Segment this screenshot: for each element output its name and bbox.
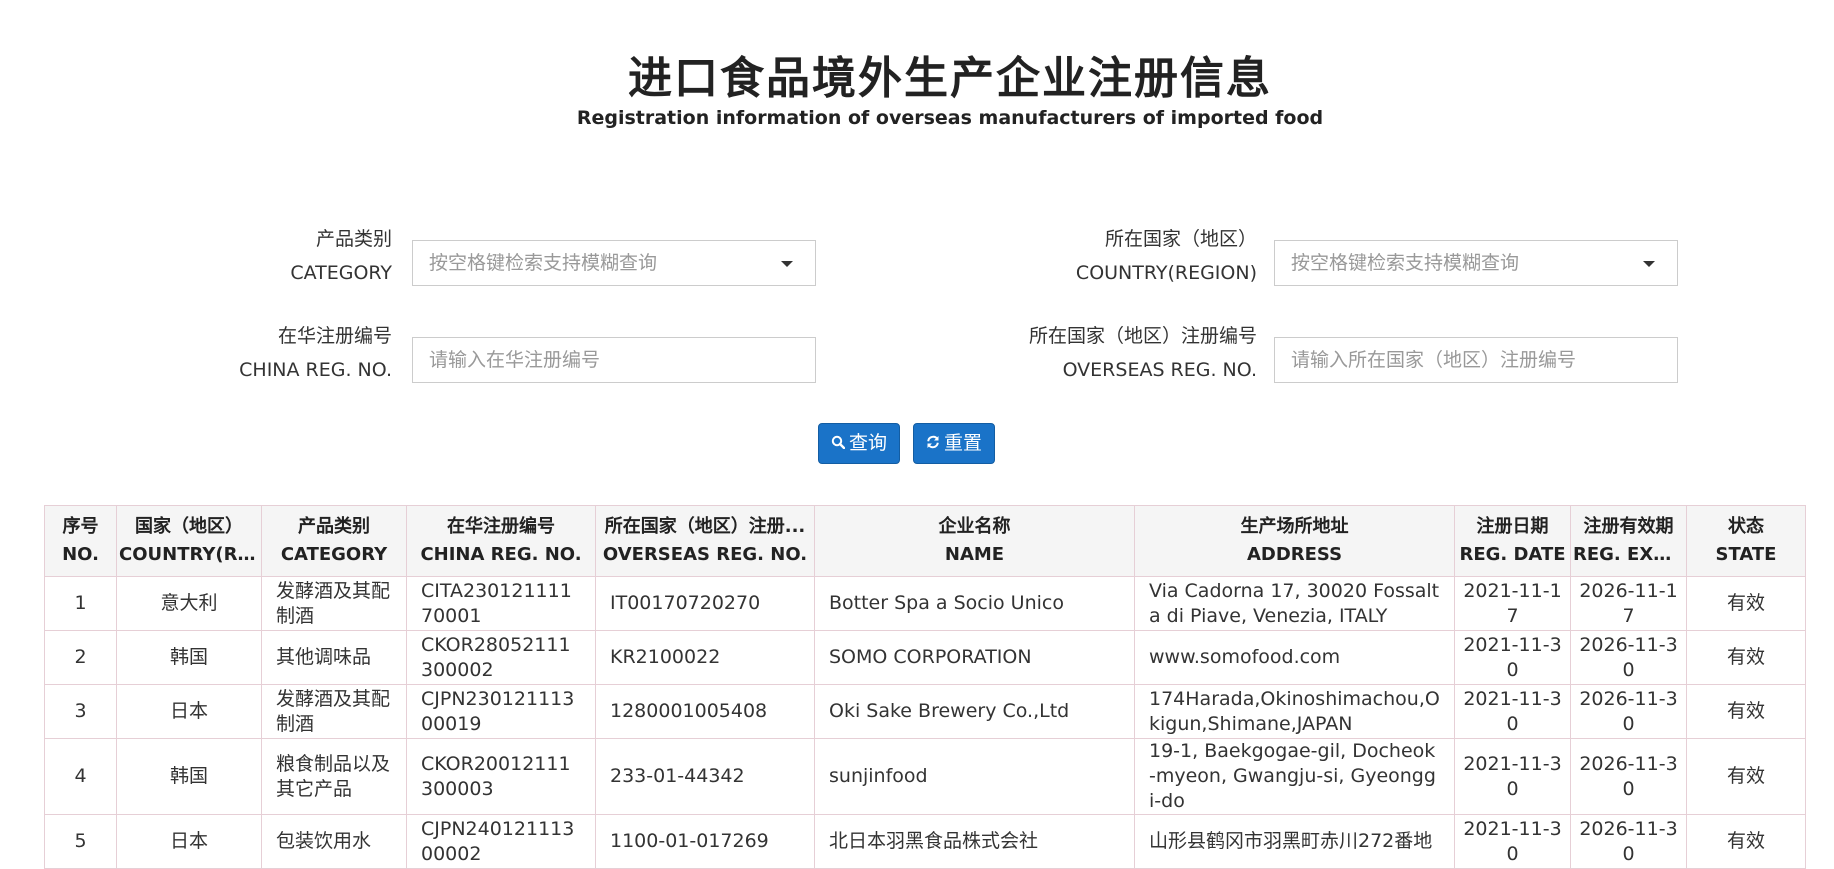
cell-state: 有效 xyxy=(1686,576,1806,631)
cell-state: 有效 xyxy=(1686,814,1806,869)
country-label-zh: 所在国家（地区） xyxy=(1104,228,1257,250)
column-header[interactable]: 所在国家（地区）注册... OVERSEAS REG. NO. xyxy=(595,505,815,577)
cell-address: www.somofood.com xyxy=(1134,630,1455,685)
cell-name: SOMO CORPORATION xyxy=(814,630,1135,685)
overseas-reg-label: 所在国家（地区）注册编号 OVERSEAS REG. NO. xyxy=(957,319,1257,387)
cell-reg-date: 2021-11-17 xyxy=(1454,576,1571,631)
cell-name: Oki Sake Brewery Co.,Ltd xyxy=(814,684,1135,739)
category-select[interactable]: 按空格键检索支持模糊查询 xyxy=(412,240,816,286)
overseas-reg-label-zh: 所在国家（地区）注册编号 xyxy=(1028,325,1257,347)
cell-category: 粮食制品以及其它产品 xyxy=(261,738,407,815)
cell-no: 3 xyxy=(44,684,117,739)
cell-address: 19-1, Baekgogae-gil, Docheok-myeon, Gwan… xyxy=(1134,738,1455,815)
china-reg-label-en: CHINA REG. NO. xyxy=(239,359,392,381)
column-header[interactable]: 生产场所地址 ADDRESS xyxy=(1134,505,1455,577)
reset-button-label: 重置 xyxy=(944,432,983,454)
refresh-icon xyxy=(926,424,940,463)
cell-country: 韩国 xyxy=(116,738,262,815)
table-row[interactable]: 2 韩国 其他调味品 CKOR28052111300002 KR2100022 … xyxy=(44,630,1806,685)
cell-overseas-reg: IT00170720270 xyxy=(595,576,815,631)
category-label-zh: 产品类别 xyxy=(315,228,392,250)
cell-state: 有效 xyxy=(1686,738,1806,815)
cell-category: 发酵酒及其配制酒 xyxy=(261,576,407,631)
category-label-en: CATEGORY xyxy=(290,262,392,284)
country-label: 所在国家（地区） COUNTRY(REGION) xyxy=(957,222,1257,290)
cell-country: 意大利 xyxy=(116,576,262,631)
category-label: 产品类别 CATEGORY xyxy=(92,222,392,290)
reset-button[interactable]: 重置 xyxy=(913,423,996,464)
cell-china-reg: CKOR28052111300002 xyxy=(406,630,596,685)
cell-category: 发酵酒及其配制酒 xyxy=(261,684,407,739)
column-header[interactable]: 序号 NO. xyxy=(44,505,117,577)
cell-overseas-reg: 1100-01-017269 xyxy=(595,814,815,869)
search-button-label: 查询 xyxy=(849,432,888,454)
china-reg-label-zh: 在华注册编号 xyxy=(277,325,392,347)
page-title: 进口食品境外生产企业注册信息 xyxy=(628,53,1272,104)
cell-address: Via Cadorna 17, 30020 Fossalta di Piave,… xyxy=(1134,576,1455,631)
search-button[interactable]: 查询 xyxy=(818,423,901,464)
country-select[interactable]: 按空格键检索支持模糊查询 xyxy=(1274,240,1678,286)
table-row[interactable]: 3 日本 发酵酒及其配制酒 CJPN23012111300019 1280001… xyxy=(44,684,1806,739)
cell-overseas-reg: KR2100022 xyxy=(595,630,815,685)
cell-name: 北日本羽黑食品株式会社 xyxy=(814,814,1135,869)
cell-address: 山形县鹤冈市羽黑町赤川272番地 xyxy=(1134,814,1455,869)
chevron-down-icon xyxy=(781,261,793,267)
cell-country: 日本 xyxy=(116,814,262,869)
column-header[interactable]: 产品类别 CATEGORY xyxy=(261,505,407,577)
cell-name: Botter Spa a Socio Unico xyxy=(814,576,1135,631)
column-header[interactable]: 企业名称 NAME xyxy=(814,505,1135,577)
cell-china-reg: CJPN24012111300002 xyxy=(406,814,596,869)
column-header[interactable]: 在华注册编号 CHINA REG. NO. xyxy=(406,505,596,577)
china-reg-field[interactable] xyxy=(412,337,816,383)
search-icon xyxy=(831,424,846,463)
china-reg-label: 在华注册编号 CHINA REG. NO. xyxy=(92,319,392,387)
page-subtitle: Registration information of overseas man… xyxy=(576,107,1324,129)
country-placeholder: 按空格键检索支持模糊查询 xyxy=(1291,252,1520,274)
cell-china-reg: CKOR20012111300003 xyxy=(406,738,596,815)
results-table: 序号NO. 国家（地区）COUNTRY(REGI... 产品类别CATEGORY… xyxy=(44,505,1806,869)
cell-name: sunjinfood xyxy=(814,738,1135,815)
cell-address: 174Harada,Okinoshimachou,Okigun,Shimane,… xyxy=(1134,684,1455,739)
column-header[interactable]: 注册有效期REG. EXPIR... xyxy=(1570,505,1687,577)
cell-country: 日本 xyxy=(116,684,262,739)
overseas-reg-field[interactable] xyxy=(1274,337,1678,383)
cell-china-reg: CITA23012111170001 xyxy=(406,576,596,631)
cell-china-reg: CJPN23012111300019 xyxy=(406,684,596,739)
cell-reg-date: 2021-11-30 xyxy=(1454,684,1571,739)
table-row[interactable]: 1 意大利 发酵酒及其配制酒 CITA23012111170001 IT0017… xyxy=(44,576,1806,631)
chevron-down-icon xyxy=(1643,261,1655,267)
cell-expiry: 2026-11-30 xyxy=(1570,684,1687,739)
cell-country: 韩国 xyxy=(116,630,262,685)
cell-category: 包装饮用水 xyxy=(261,814,407,869)
cell-no: 1 xyxy=(44,576,117,631)
cell-expiry: 2026-11-30 xyxy=(1570,738,1687,815)
cell-no: 4 xyxy=(44,738,117,815)
cell-no: 2 xyxy=(44,630,117,685)
cell-state: 有效 xyxy=(1686,684,1806,739)
category-placeholder: 按空格键检索支持模糊查询 xyxy=(429,252,658,274)
cell-overseas-reg: 233-01-44342 xyxy=(595,738,815,815)
table-row[interactable]: 5 日本 包装饮用水 CJPN24012111300002 1100-01-01… xyxy=(44,814,1806,869)
cell-reg-date: 2021-11-30 xyxy=(1454,738,1571,815)
country-label-en: COUNTRY(REGION) xyxy=(1075,262,1257,284)
cell-no: 5 xyxy=(44,814,117,869)
cell-reg-date: 2021-11-30 xyxy=(1454,814,1571,869)
column-header[interactable]: 注册日期 REG. DATE xyxy=(1454,505,1571,577)
column-header[interactable]: 状态 STATE xyxy=(1686,505,1806,577)
overseas-reg-label-en: OVERSEAS REG. NO. xyxy=(1062,359,1257,381)
cell-state: 有效 xyxy=(1686,630,1806,685)
cell-overseas-reg: 1280001005408 xyxy=(595,684,815,739)
china-reg-input[interactable] xyxy=(429,339,799,381)
column-header[interactable]: 国家（地区）COUNTRY(REGI... xyxy=(116,505,262,577)
cell-category: 其他调味品 xyxy=(261,630,407,685)
cell-expiry: 2026-11-17 xyxy=(1570,576,1687,631)
cell-expiry: 2026-11-30 xyxy=(1570,814,1687,869)
table-row[interactable]: 4 韩国 粮食制品以及其它产品 CKOR20012111300003 233-0… xyxy=(44,738,1806,815)
cell-reg-date: 2021-11-30 xyxy=(1454,630,1571,685)
overseas-reg-input[interactable] xyxy=(1291,339,1661,381)
table-header-row: 序号NO. 国家（地区）COUNTRY(REGI... 产品类别CATEGORY… xyxy=(44,505,1806,577)
cell-expiry: 2026-11-30 xyxy=(1570,630,1687,685)
